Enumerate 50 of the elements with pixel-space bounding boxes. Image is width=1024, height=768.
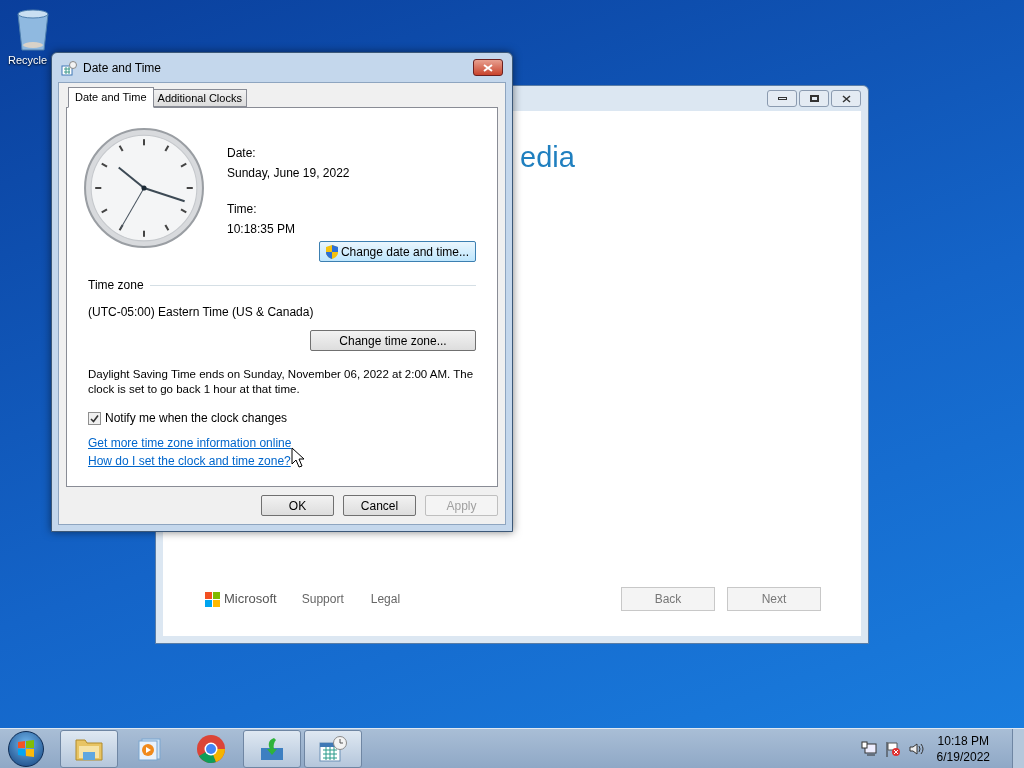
- maximize-button[interactable]: [799, 90, 829, 107]
- close-button[interactable]: [473, 59, 503, 76]
- date-label: Date:: [227, 145, 257, 162]
- logo-text: Microsoft: [224, 590, 277, 609]
- time-zone-value: (UTC-05:00) Eastern Time (US & Canada): [88, 304, 315, 321]
- time-value: 10:18:35 PM: [227, 221, 297, 238]
- window-title: Date and Time: [83, 59, 162, 77]
- shield-icon: [325, 244, 338, 259]
- network-icon[interactable]: [860, 740, 877, 757]
- speaker-icon[interactable]: [908, 740, 925, 757]
- browser-icon: [196, 733, 226, 764]
- time-label: Time:: [227, 201, 258, 218]
- mouse-cursor-icon: [291, 447, 305, 468]
- calendar-icon: [318, 734, 348, 763]
- installer-icon: [258, 735, 286, 762]
- section-heading: Time zone: [88, 277, 144, 294]
- nav-button[interactable]: Back: [621, 587, 715, 611]
- play-icon: [137, 735, 163, 762]
- taskbar-app-button[interactable]: [60, 729, 118, 768]
- dialog-button[interactable]: Cancel: [343, 495, 416, 516]
- taskbar-app-button[interactable]: [304, 729, 362, 768]
- page-heading: edia: [520, 139, 575, 175]
- logo-icon: [205, 591, 220, 607]
- flag-icon[interactable]: [884, 740, 901, 757]
- checkbox[interactable]: [88, 411, 101, 425]
- close-button[interactable]: [831, 90, 861, 107]
- desktop-icon-label[interactable]: Recycle: [8, 52, 48, 69]
- start-button[interactable]: [8, 730, 44, 767]
- trash-bin-icon[interactable]: [16, 8, 50, 52]
- checkbox-label: Notify me when the clock changes: [105, 410, 288, 427]
- calendar-clock-icon: [61, 59, 77, 76]
- show-desktop-button[interactable]: [1012, 728, 1024, 768]
- change-time-zone-button[interactable]: Change time zone...: [310, 330, 476, 351]
- date-value: Sunday, June 19, 2022: [227, 165, 351, 182]
- dst-notice: Daylight Saving Time ends on Sunday, November 06, 2022 at 2:00 AM. The clock is set to go back 1 hour at that time.: [88, 367, 475, 397]
- dialog-button[interactable]: OK: [261, 495, 334, 516]
- minimize-button[interactable]: [767, 90, 797, 107]
- footer-link[interactable]: Support: [301, 590, 344, 608]
- tab[interactable]: Additional Clocks: [152, 89, 247, 107]
- windows-logo-icon: [17, 739, 35, 758]
- help-link[interactable]: Get more time zone information online: [88, 436, 292, 451]
- help-link[interactable]: How do I set the clock and time zone?: [88, 454, 291, 469]
- footer-link[interactable]: Legal: [370, 590, 401, 608]
- close-icon: [841, 94, 851, 103]
- close-icon: [483, 63, 493, 72]
- tab[interactable]: Date and Time: [68, 87, 154, 108]
- taskbar-app-button[interactable]: [243, 729, 301, 768]
- change-date-time-button[interactable]: Change date and time...: [318, 241, 476, 262]
- taskbar-clock[interactable]: 10:18 PM 6/19/2022: [936, 732, 990, 765]
- nav-button[interactable]: Next: [727, 587, 821, 611]
